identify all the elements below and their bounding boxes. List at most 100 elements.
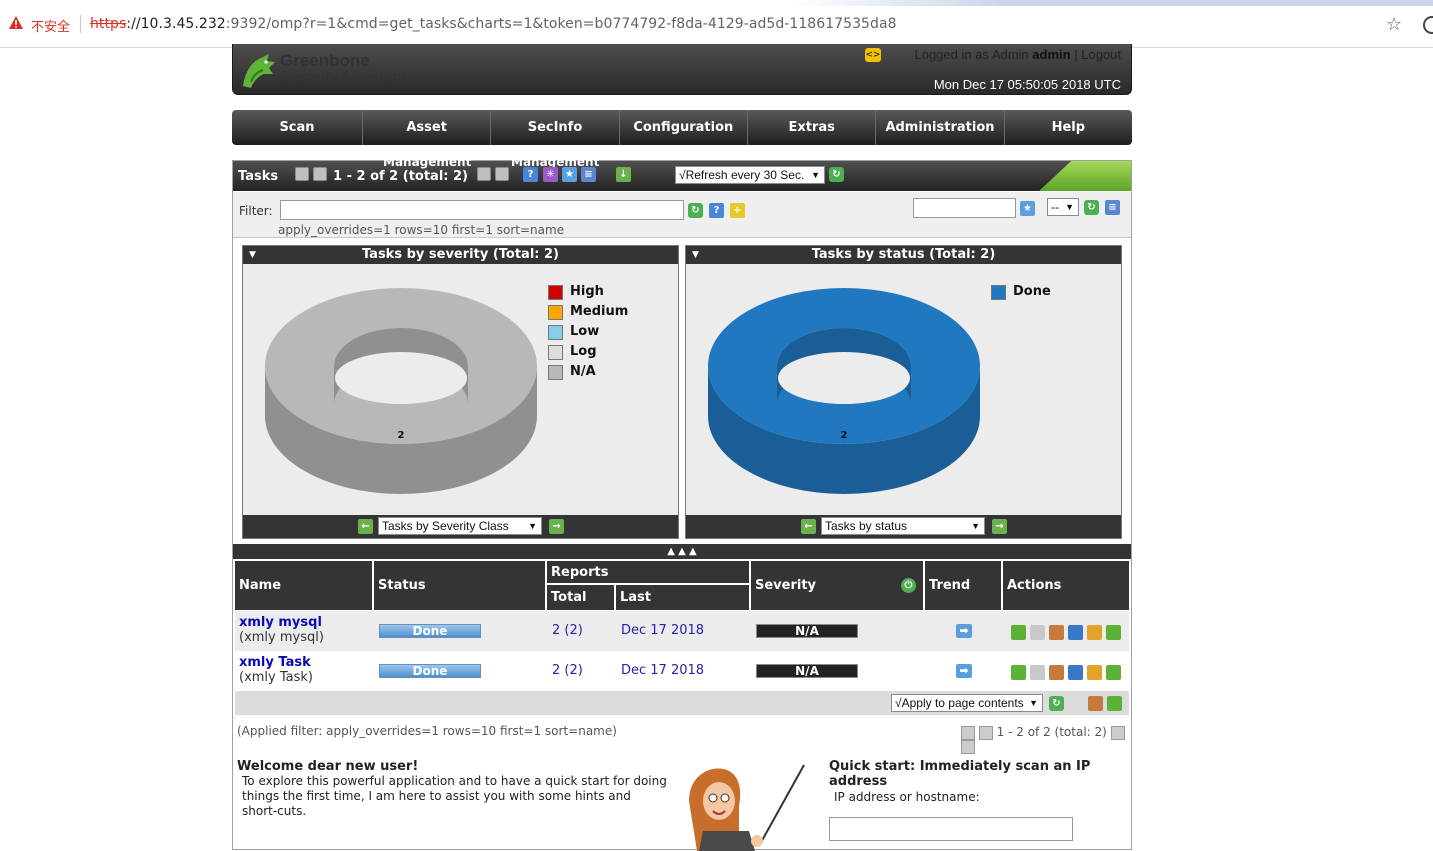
username: admin [1032,47,1071,62]
switch-filter-icon[interactable]: ↻ [1084,200,1099,215]
save-filter-icon[interactable]: ★ [1020,201,1035,216]
menu-administration[interactable]: Administration [876,110,1005,145]
saved-filter-select[interactable]: -- ▼ [1047,198,1079,216]
legend-label: High [570,284,604,299]
address-bar[interactable]: 不安全 https://10.3.45.232:9392/omp?r=1&cmd… [0,10,1433,40]
filter-name-input[interactable] [913,198,1016,218]
start-icon[interactable] [1011,665,1026,680]
filter-refresh-icon[interactable]: ↻ [688,203,703,218]
legend-label: Log [570,344,597,359]
edit-icon[interactable] [1068,665,1083,680]
clone-icon[interactable] [1087,665,1102,680]
quickstart-panel: Quick start: Immediately scan an IP addr… [829,759,1119,804]
bookmark-star-icon[interactable]: ☆ [1386,14,1402,35]
previous-chart-icon[interactable]: ← [358,519,373,534]
chart-type-select[interactable]: Tasks by Severity Class ▼ [378,517,542,535]
url-text[interactable]: https://10.3.45.232:9392/omp?r=1&cmd=get… [90,16,897,32]
filter-help-icon[interactable]: ? [709,203,724,218]
download-icon[interactable]: ↓ [616,167,631,182]
first-page-icon[interactable] [961,725,975,740]
menu-asset[interactable]: Asset [363,110,492,145]
welcome-title: Welcome dear new user! [237,759,419,774]
chart-menu-icon[interactable]: ▼ [249,246,256,264]
overrides-icon[interactable]: ⏻ [901,578,916,593]
next-chart-icon[interactable]: → [549,519,564,534]
task-name-link[interactable]: xmly mysql [239,615,324,630]
resume-icon[interactable] [1030,665,1045,680]
clone-icon[interactable] [1087,625,1102,640]
last-page-icon[interactable] [495,167,509,181]
col-header-last[interactable]: Last [616,585,751,610]
status-bar: Done [379,664,481,678]
edit-icon[interactable] [1068,625,1083,640]
previous-page-icon[interactable] [313,167,327,181]
logged-in-text: Logged in as Admin [914,47,1029,62]
apply-to-value: √Apply to page contents [895,696,1024,710]
export-icon[interactable] [1106,665,1121,680]
chart-type-value: Tasks by status [825,519,908,533]
chart-type-select[interactable]: Tasks by status ▼ [821,517,985,535]
first-page-icon[interactable] [295,167,309,181]
quickstart-label: IP address or hostname: [834,790,980,804]
next-page-icon[interactable] [477,167,491,181]
reports-total-paren-link[interactable]: (2) [564,623,582,638]
bulk-trash-icon[interactable] [1088,696,1103,711]
dropdown-arrow-icon: ▼ [971,521,980,531]
help-icon[interactable]: ? [523,167,538,182]
col-header-trend[interactable]: Trend [925,561,1003,610]
severity-bar: N/A [756,664,858,678]
refresh-icon[interactable]: ↻ [829,167,844,182]
next-page-icon[interactable] [1110,725,1125,740]
apply-to-select[interactable]: √Apply to page contents ▼ [891,694,1043,712]
resume-icon[interactable] [1030,625,1045,640]
menu-help[interactable]: Help [1005,110,1132,145]
chart-header: ▼ Tasks by status (Total: 2) [686,246,1121,264]
previous-page-icon[interactable] [978,725,993,740]
ip-address-input[interactable] [829,817,1073,841]
bottom-pagination: 1 - 2 of 2 (total: 2) [961,725,1131,754]
reports-total-paren-link[interactable]: (2) [564,663,582,678]
auto-refresh-select[interactable]: √Refresh every 30 Sec. ▼ [675,166,825,184]
reports-total-link[interactable]: 2 [552,623,560,638]
chart-menu-icon[interactable]: ▼ [692,246,699,264]
collapse-charts-bar[interactable]: ▲ ▲ ▲ [233,544,1131,559]
trend-icon: ➡ [956,624,972,638]
donut-value-label: 2 [841,430,848,441]
reports-total-link[interactable]: 2 [552,663,560,678]
start-icon[interactable] [1011,625,1026,640]
menu-scan-management[interactable]: Scan Management [232,110,363,170]
last-page-icon[interactable] [961,740,975,754]
legend-swatch [548,305,563,320]
trash-icon[interactable] [1049,625,1064,640]
bulk-refresh-icon[interactable]: ↻ [1049,696,1064,711]
filter-input[interactable] [280,200,684,220]
insecure-label[interactable]: 不安全 [31,16,70,35]
next-chart-icon[interactable]: → [992,519,1007,534]
menu-secinfo[interactable]: SecInfo [491,110,620,145]
col-header-total[interactable]: Total [547,585,616,610]
col-header-severity[interactable]: Severity ⏻ [751,561,925,610]
task-name-link[interactable]: xmly Task [239,655,313,670]
login-separator: | [1074,47,1078,62]
legend-label: Low [570,324,600,339]
task-name-cell: xmly Task (xmly Task) [239,655,313,695]
bulk-export-icon[interactable] [1107,696,1122,711]
language-icon[interactable]: <> [865,48,881,62]
col-header-name[interactable]: Name [235,561,374,610]
trash-icon[interactable] [1049,665,1064,680]
profile-icon[interactable] [1423,16,1433,34]
new-filter-folder-icon[interactable]: + [730,203,745,218]
logout-link[interactable]: Logout [1081,47,1121,62]
col-header-status[interactable]: Status [374,561,547,610]
export-icon[interactable] [1106,625,1121,640]
list-icon[interactable]: ≡ [581,167,596,182]
menu-extras[interactable]: Extras [748,110,877,145]
previous-chart-icon[interactable]: ← [801,519,816,534]
dropdown-arrow-icon: ▼ [1065,202,1074,212]
wizard-icon[interactable]: ✳ [543,167,558,182]
menu-configuration[interactable]: Configuration [620,110,748,145]
new-task-icon[interactable]: ★ [562,167,577,182]
filter-list-icon[interactable]: ≡ [1105,200,1120,215]
legend-swatch [548,325,563,340]
pagination-info: 1 - 2 of 2 (total: 2) [333,169,468,184]
